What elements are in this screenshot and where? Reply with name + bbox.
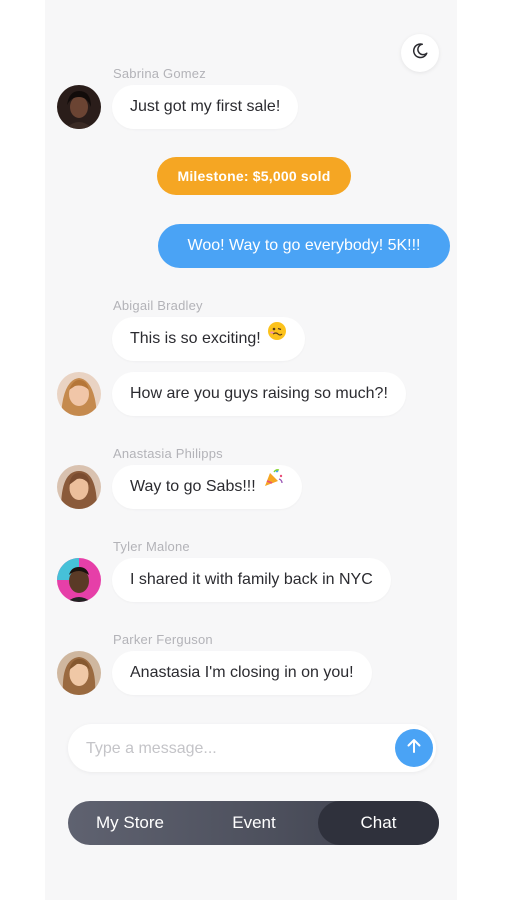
avatar[interactable] bbox=[57, 85, 101, 129]
moon-icon bbox=[411, 42, 429, 65]
tab-event[interactable]: Event bbox=[192, 801, 316, 845]
sender-name: Parker Ferguson bbox=[113, 632, 213, 647]
message-composer bbox=[68, 724, 436, 774]
message-bubble: Anastasia I'm closing in on you! bbox=[112, 651, 372, 695]
message-text: How are you guys raising so much?! bbox=[130, 385, 388, 402]
outgoing-message-bubble: Woo! Way to go everybody! 5K!!! bbox=[158, 224, 450, 268]
message-bubble: This is so exciting! bbox=[112, 317, 305, 361]
bottom-tab-bar: My Store Event Chat bbox=[68, 801, 439, 845]
message-bubble: Just got my first sale! bbox=[112, 85, 299, 129]
avatar[interactable] bbox=[57, 465, 101, 509]
tab-my-store[interactable]: My Store bbox=[68, 801, 192, 845]
sender-name: Sabrina Gomez bbox=[113, 66, 206, 81]
milestone-badge: Milestone: $5,000 sold bbox=[157, 157, 351, 195]
message-bubble: I shared it with family back in NYC bbox=[112, 558, 391, 602]
message-text: I shared it with family back in NYC bbox=[130, 571, 373, 588]
sender-name: Tyler Malone bbox=[113, 539, 190, 554]
party-popper-icon bbox=[262, 463, 284, 507]
avatar[interactable] bbox=[57, 372, 101, 416]
avatar[interactable] bbox=[57, 651, 101, 695]
theme-toggle-button[interactable] bbox=[401, 34, 439, 72]
tab-chat[interactable]: Chat bbox=[318, 801, 439, 845]
send-button[interactable] bbox=[395, 729, 433, 767]
message-bubble: How are you guys raising so much?! bbox=[112, 372, 406, 416]
avatar[interactable] bbox=[57, 558, 101, 602]
sender-name: Anastasia Philipps bbox=[113, 446, 223, 461]
message-text: Just got my first sale! bbox=[130, 98, 281, 115]
arrow-up-icon bbox=[405, 737, 423, 760]
message-text: This is so exciting! bbox=[130, 330, 261, 347]
sender-name: Abigail Bradley bbox=[113, 298, 203, 313]
message-text: Way to go Sabs!!! bbox=[130, 478, 256, 495]
message-input[interactable] bbox=[84, 724, 388, 774]
message-bubble: Way to go Sabs!!! bbox=[112, 465, 302, 509]
message-text: Anastasia I'm closing in on you! bbox=[130, 664, 354, 681]
woozy-face-icon bbox=[267, 315, 287, 359]
